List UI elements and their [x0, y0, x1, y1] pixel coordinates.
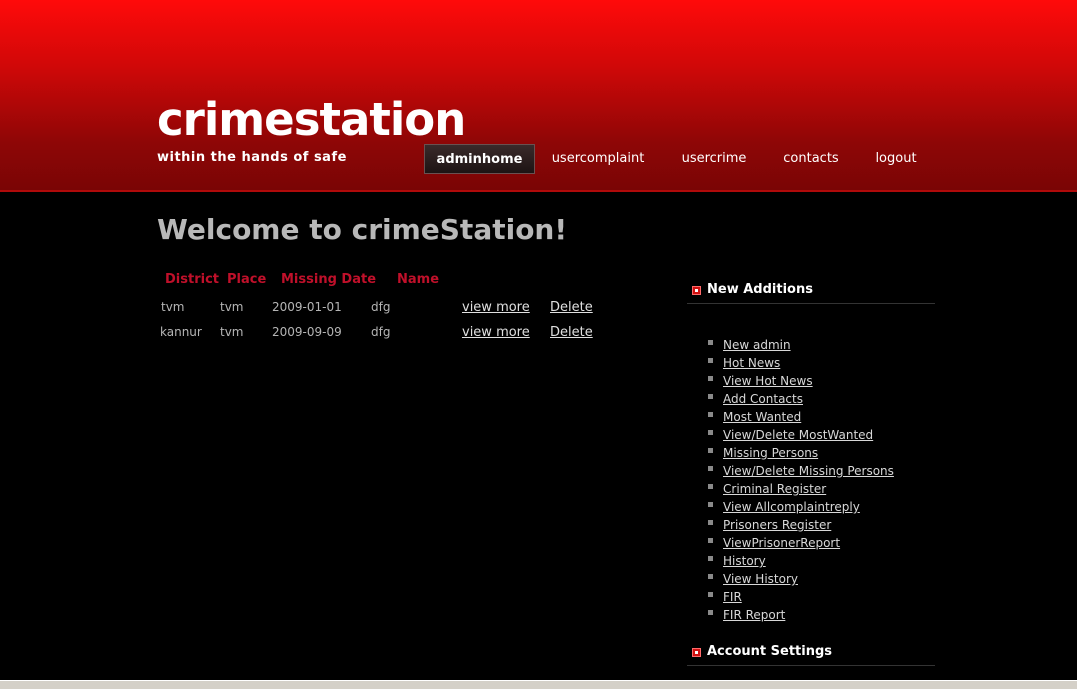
list-item: Hot News — [687, 352, 894, 370]
list-item: FIR Report — [687, 604, 894, 622]
square-bullet-icon — [708, 610, 713, 615]
site-logo[interactable]: crimestation — [157, 92, 466, 148]
nav-logout[interactable]: logout — [868, 144, 924, 174]
square-bullet-icon — [708, 592, 713, 597]
new-additions-title: New Additions — [707, 282, 813, 297]
site-tagline: within the hands of safe — [157, 150, 347, 165]
page-title: Welcome to crimeStation! — [157, 213, 568, 246]
list-item: ViewPrisonerReport — [687, 532, 894, 550]
square-bullet-icon — [708, 376, 713, 381]
link-history[interactable]: History — [723, 554, 766, 568]
link-missing-persons[interactable]: Missing Persons — [723, 446, 818, 460]
cell-date: 2009-09-09 — [272, 325, 342, 339]
link-view-allcomplaintreply[interactable]: View Allcomplaintreply — [723, 500, 860, 514]
link-viewprisonerreport[interactable]: ViewPrisonerReport — [723, 536, 840, 550]
link-view-delete-missing-persons[interactable]: View/Delete Missing Persons — [723, 464, 894, 478]
square-bullet-icon — [708, 538, 713, 543]
square-bullet-icon — [708, 448, 713, 453]
list-item: Most Wanted — [687, 406, 894, 424]
bullet-icon — [692, 648, 701, 657]
header-place: Place — [227, 272, 267, 287]
browser-status-bar — [0, 680, 1077, 689]
cell-name: dfg — [371, 325, 391, 339]
list-item: Prisoners Register — [687, 514, 894, 532]
square-bullet-icon — [708, 394, 713, 399]
cell-place: tvm — [220, 300, 244, 314]
cell-place: tvm — [220, 325, 244, 339]
square-bullet-icon — [708, 358, 713, 363]
list-item: Criminal Register — [687, 478, 894, 496]
nav-adminhome[interactable]: adminhome — [424, 144, 535, 174]
header-name: Name — [397, 272, 440, 287]
list-item: View/Delete MostWanted — [687, 424, 894, 442]
link-fir-report[interactable]: FIR Report — [723, 608, 785, 622]
square-bullet-icon — [708, 466, 713, 471]
square-bullet-icon — [708, 430, 713, 435]
square-bullet-icon — [708, 340, 713, 345]
header-district: District — [165, 272, 219, 287]
link-add-contacts[interactable]: Add Contacts — [723, 392, 803, 406]
square-bullet-icon — [708, 574, 713, 579]
list-item: New admin — [687, 334, 894, 352]
link-most-wanted[interactable]: Most Wanted — [723, 410, 801, 424]
link-view-hot-news[interactable]: View Hot News — [723, 374, 813, 388]
list-item: View/Delete Missing Persons — [687, 460, 894, 478]
account-settings-header: Account Settings — [687, 636, 935, 666]
cell-district: kannur — [160, 325, 202, 339]
list-item: Add Contacts — [687, 388, 894, 406]
link-view-history[interactable]: View History — [723, 572, 798, 586]
link-criminal-register[interactable]: Criminal Register — [723, 482, 826, 496]
bullet-icon — [692, 286, 701, 295]
cell-name: dfg — [371, 300, 391, 314]
table-row: kannur tvm 2009-09-09 dfg view more Dele… — [157, 325, 617, 345]
nav-usercrime[interactable]: usercrime — [674, 144, 754, 174]
header-missing-date: Missing Date — [281, 272, 377, 287]
site-header: crimestation within the hands of safe ad… — [0, 0, 1077, 192]
list-item: Missing Persons — [687, 442, 894, 460]
link-prisoners-register[interactable]: Prisoners Register — [723, 518, 831, 532]
delete-link[interactable]: Delete — [550, 300, 593, 315]
admin-links-list: New admin Hot News View Hot News Add Con… — [687, 334, 894, 622]
link-view-delete-mostwanted[interactable]: View/Delete MostWanted — [723, 428, 873, 442]
square-bullet-icon — [708, 556, 713, 561]
square-bullet-icon — [708, 484, 713, 489]
view-more-link[interactable]: view more — [462, 300, 530, 315]
list-item: View Allcomplaintreply — [687, 496, 894, 514]
link-new-admin[interactable]: New admin — [723, 338, 791, 352]
list-item: View Hot News — [687, 370, 894, 388]
nav-usercomplaint[interactable]: usercomplaint — [546, 144, 650, 174]
cell-date: 2009-01-01 — [272, 300, 342, 314]
link-fir[interactable]: FIR — [723, 590, 742, 604]
square-bullet-icon — [708, 520, 713, 525]
square-bullet-icon — [708, 412, 713, 417]
new-additions-header: New Additions — [687, 274, 935, 304]
view-more-link[interactable]: view more — [462, 325, 530, 340]
list-item: View History — [687, 568, 894, 586]
square-bullet-icon — [708, 502, 713, 507]
list-item: FIR — [687, 586, 894, 604]
list-item: History — [687, 550, 894, 568]
nav-contacts[interactable]: contacts — [778, 144, 844, 174]
link-hot-news[interactable]: Hot News — [723, 356, 780, 370]
table-row: tvm tvm 2009-01-01 dfg view more Delete — [157, 300, 617, 320]
delete-link[interactable]: Delete — [550, 325, 593, 340]
account-settings-title: Account Settings — [707, 644, 833, 659]
cell-district: tvm — [161, 300, 185, 314]
